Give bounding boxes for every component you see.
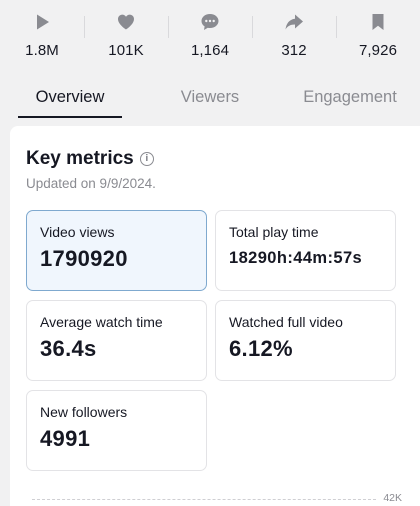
metric-value: 36.4s: [40, 336, 97, 361]
metric-value: 4991: [40, 426, 91, 451]
metric-card-video-views[interactable]: Video views 1790920: [26, 210, 207, 291]
stat-comments-value: 1,164: [190, 42, 230, 59]
stat-shares[interactable]: 312: [252, 0, 336, 72]
tab-overview[interactable]: Overview: [0, 78, 140, 118]
metric-card-total-play-time[interactable]: Total play time 18290h:44m:57s: [215, 210, 396, 291]
analytics-tabs: Overview Viewers Engagement: [0, 78, 420, 118]
metric-card-average-watch-time[interactable]: Average watch time 36.4s: [26, 300, 207, 381]
stat-comments[interactable]: 1,164: [168, 0, 252, 72]
tab-viewers[interactable]: Viewers: [140, 78, 280, 118]
metric-card-watched-full-video[interactable]: Watched full video 6.12%: [215, 300, 396, 381]
metric-label: Total play time: [229, 224, 319, 240]
metric-label: Average watch time: [40, 314, 163, 330]
info-icon[interactable]: i: [139, 152, 154, 166]
comment-icon: [199, 11, 221, 33]
stat-views-value: 1.8M: [25, 42, 59, 59]
metric-label: Watched full video: [229, 314, 343, 330]
stat-shares-value: 312: [281, 42, 307, 59]
chart-y-tick: 42K: [383, 492, 402, 504]
stat-likes[interactable]: 101K: [84, 0, 168, 72]
heart-icon: [115, 11, 137, 33]
metric-label: Video views: [40, 224, 115, 240]
metric-label: New followers: [40, 404, 128, 420]
metric-card-new-followers[interactable]: New followers 4991: [26, 390, 207, 471]
stat-views[interactable]: 1.8M: [0, 0, 84, 72]
tab-engagement[interactable]: Engagement: [280, 78, 420, 118]
play-icon: [31, 11, 53, 33]
metric-value: 1790920: [40, 246, 128, 271]
views-chart-top: 42K: [32, 492, 402, 506]
bookmark-icon: [367, 11, 389, 33]
updated-date: Updated on 9/9/2024.: [26, 176, 156, 191]
video-stats-bar: 1.8M 101K 1,164 312 7,926: [0, 0, 420, 72]
key-metrics-heading: Key metrics i: [26, 148, 154, 170]
stat-saves[interactable]: 7,926: [336, 0, 420, 72]
key-metrics-title: Key metrics: [26, 148, 134, 169]
key-metrics-panel: Key metrics i Updated on 9/9/2024. Video…: [10, 126, 420, 506]
stat-likes-value: 101K: [108, 42, 144, 59]
stat-saves-value: 7,926: [358, 42, 398, 59]
share-icon: [283, 11, 305, 33]
metric-value: 6.12%: [229, 336, 293, 361]
metric-value: 18290h:44m:57s: [229, 249, 363, 267]
